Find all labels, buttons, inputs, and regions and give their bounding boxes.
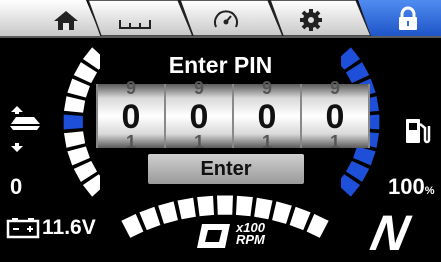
rpm-segment xyxy=(196,194,215,218)
fuel-value: 100 xyxy=(388,174,425,199)
tab-bar xyxy=(0,0,441,38)
battery-icon xyxy=(6,218,40,239)
pin-digit-4[interactable]: 9 0 1 xyxy=(300,78,370,152)
pin-digit-1-next: 1 xyxy=(125,132,136,152)
tab-trim[interactable] xyxy=(87,0,195,37)
gear-icon xyxy=(300,9,322,31)
pin-digit-2-next: 1 xyxy=(193,132,204,152)
enter-button[interactable]: Enter xyxy=(148,154,304,184)
pin-digit-2-prev: 9 xyxy=(193,78,204,98)
trim-segment xyxy=(63,95,87,114)
rpm-segment xyxy=(120,212,145,239)
trim-segment xyxy=(63,130,87,149)
trim-value: 0 xyxy=(10,174,23,199)
pin-title: Enter PIN xyxy=(168,52,273,78)
fuel-pump-icon xyxy=(406,119,431,144)
tab-home[interactable] xyxy=(0,0,101,36)
battery-voltage: 11.6V xyxy=(42,216,96,239)
rpm-value xyxy=(197,224,230,248)
trim-segment xyxy=(62,113,84,131)
pin-digit-3-next: 1 xyxy=(261,132,272,152)
fuel-unit: % xyxy=(424,185,435,197)
rpm-segment xyxy=(305,212,330,239)
tab-gauge[interactable] xyxy=(179,0,285,37)
rpm-segment xyxy=(176,196,197,221)
rpm-segment xyxy=(157,200,179,225)
rpm-segment xyxy=(271,200,293,225)
rpm-segment xyxy=(235,194,254,218)
pin-digit-3-prev: 9 xyxy=(261,78,272,98)
pin-digit-1[interactable]: 9 0 1 xyxy=(96,78,166,152)
pin-digit-4-prev: 9 xyxy=(329,78,340,98)
rpm-unit: RPM xyxy=(236,232,265,247)
rpm-segment xyxy=(216,194,234,216)
gear-indicator: N xyxy=(366,205,415,261)
pin-digit-4-next: 1 xyxy=(329,132,340,152)
fuel-readout: 100% xyxy=(388,174,435,200)
trim-icon xyxy=(10,106,40,152)
pin-digit-2[interactable]: 9 0 1 xyxy=(164,78,234,152)
rpm-unit-label: x100 RPM xyxy=(236,221,265,247)
pin-digit-1-prev: 9 xyxy=(125,78,136,98)
rpm-segment xyxy=(253,196,274,221)
pin-digit-3[interactable]: 9 0 1 xyxy=(232,78,302,152)
